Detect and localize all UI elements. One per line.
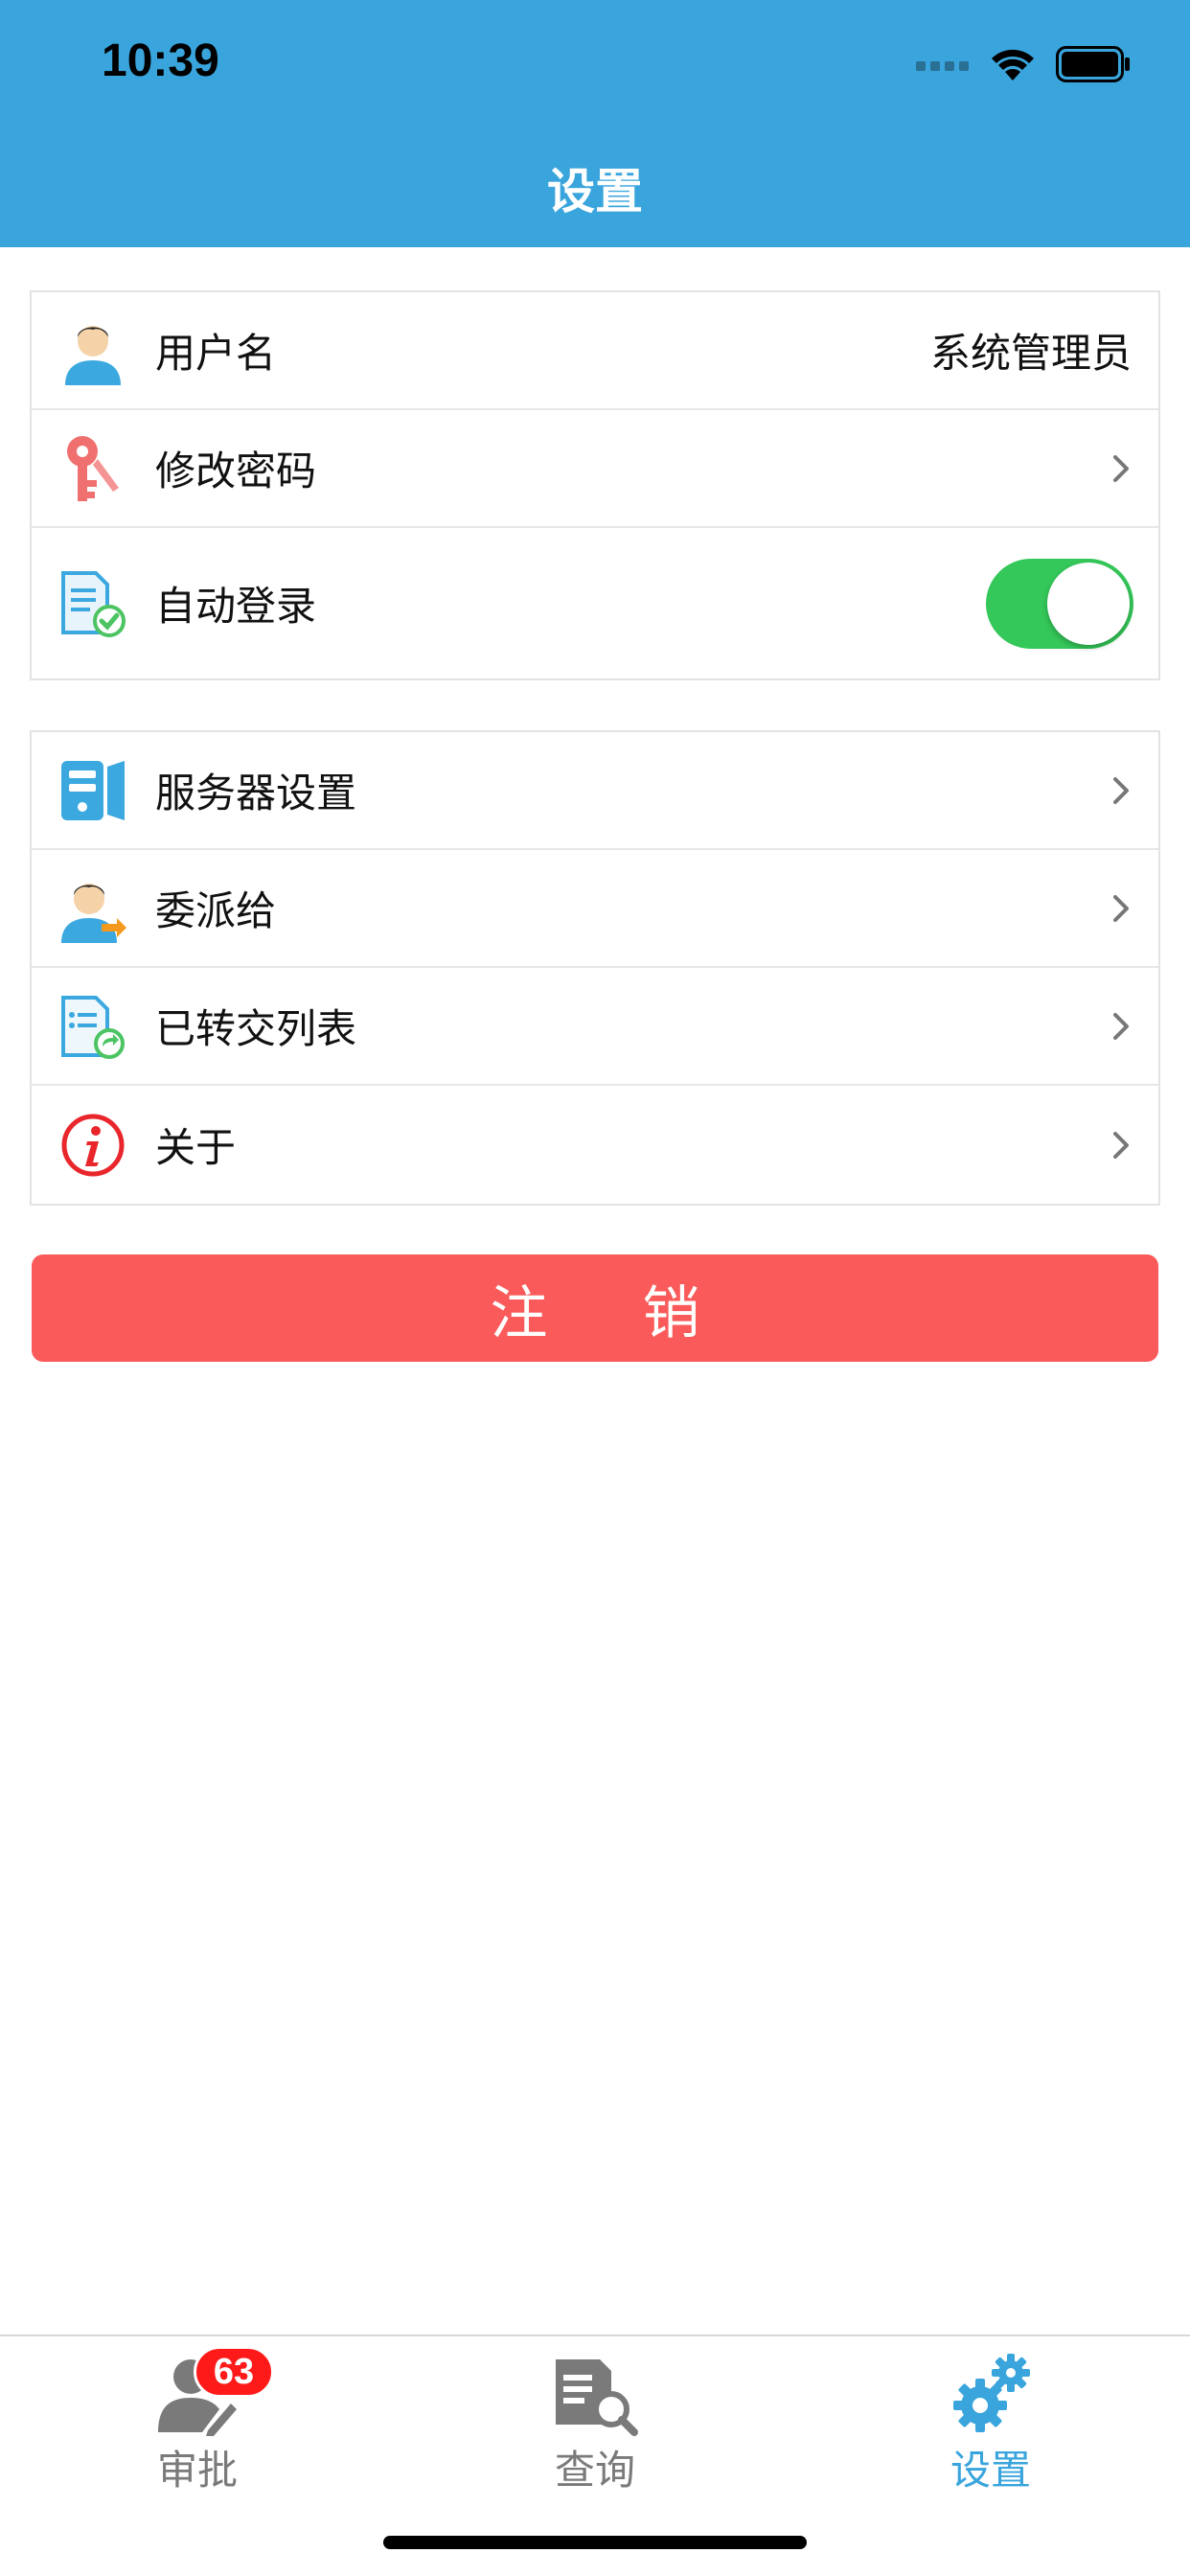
- row-server-settings[interactable]: 服务器设置: [32, 732, 1158, 850]
- chevron-right-icon: [1113, 454, 1129, 482]
- navigation-header: 10:39 设置: [0, 0, 1190, 247]
- gears-icon: [948, 2350, 1034, 2436]
- chevron-right-icon: [1113, 776, 1129, 804]
- change-password-label: 修改密码: [155, 448, 317, 494]
- cellular-signal-icon: [916, 61, 969, 71]
- auto-login-toggle[interactable]: [986, 558, 1133, 649]
- tab-query[interactable]: 查询: [480, 2336, 710, 2518]
- delegate-user-icon: [58, 872, 127, 945]
- battery-icon: [1056, 46, 1130, 82]
- tab-settings-label: 设置: [950, 2447, 1031, 2494]
- auto-login-label: 自动登录: [155, 583, 317, 630]
- document-search-icon: [552, 2350, 638, 2436]
- tab-settings[interactable]: 设置: [876, 2336, 1106, 2518]
- chevron-right-icon: [1113, 1131, 1129, 1159]
- wifi-icon: [992, 49, 1034, 80]
- row-auto-login: 自动登录: [32, 528, 1158, 678]
- user-avatar-icon: [58, 314, 127, 387]
- username-value: 系统管理员: [929, 330, 1132, 377]
- approve-badge: 63: [194, 2346, 274, 2398]
- server-icon: [58, 754, 127, 827]
- key-icon: [58, 432, 127, 505]
- chevron-right-icon: [1113, 894, 1129, 922]
- transferred-list-label: 已转交列表: [155, 1005, 357, 1052]
- page-title: 设置: [547, 164, 643, 219]
- status-indicators: [916, 42, 1131, 86]
- row-transferred-list[interactable]: 已转交列表: [32, 968, 1158, 1086]
- transfer-list-icon: [58, 990, 127, 1063]
- tab-approve[interactable]: 63 审批: [82, 2336, 312, 2518]
- settings-group-account: 用户名 系统管理员 修改密码 自动登录: [30, 290, 1160, 680]
- auto-login-document-icon: [58, 567, 127, 640]
- row-about[interactable]: 关于: [32, 1086, 1158, 1204]
- settings-group-general: 服务器设置 委派给 已转交列表 关于: [30, 730, 1160, 1206]
- row-change-password[interactable]: 修改密码: [32, 410, 1158, 528]
- logout-button[interactable]: 注 销: [32, 1254, 1158, 1362]
- home-indicator[interactable]: [383, 2536, 807, 2549]
- chevron-right-icon: [1113, 1012, 1129, 1040]
- username-label: 用户名: [155, 330, 277, 377]
- about-label: 关于: [155, 1124, 237, 1171]
- tab-query-label: 查询: [554, 2447, 635, 2494]
- info-icon: [58, 1109, 127, 1182]
- server-settings-label: 服务器设置: [155, 770, 357, 816]
- row-username: 用户名 系统管理员: [32, 292, 1158, 410]
- tab-approve-label: 审批: [156, 2447, 238, 2494]
- delegate-label: 委派给: [155, 887, 277, 934]
- status-time: 10:39: [102, 35, 219, 86]
- toggle-knob: [1047, 562, 1130, 645]
- row-delegate[interactable]: 委派给: [32, 850, 1158, 968]
